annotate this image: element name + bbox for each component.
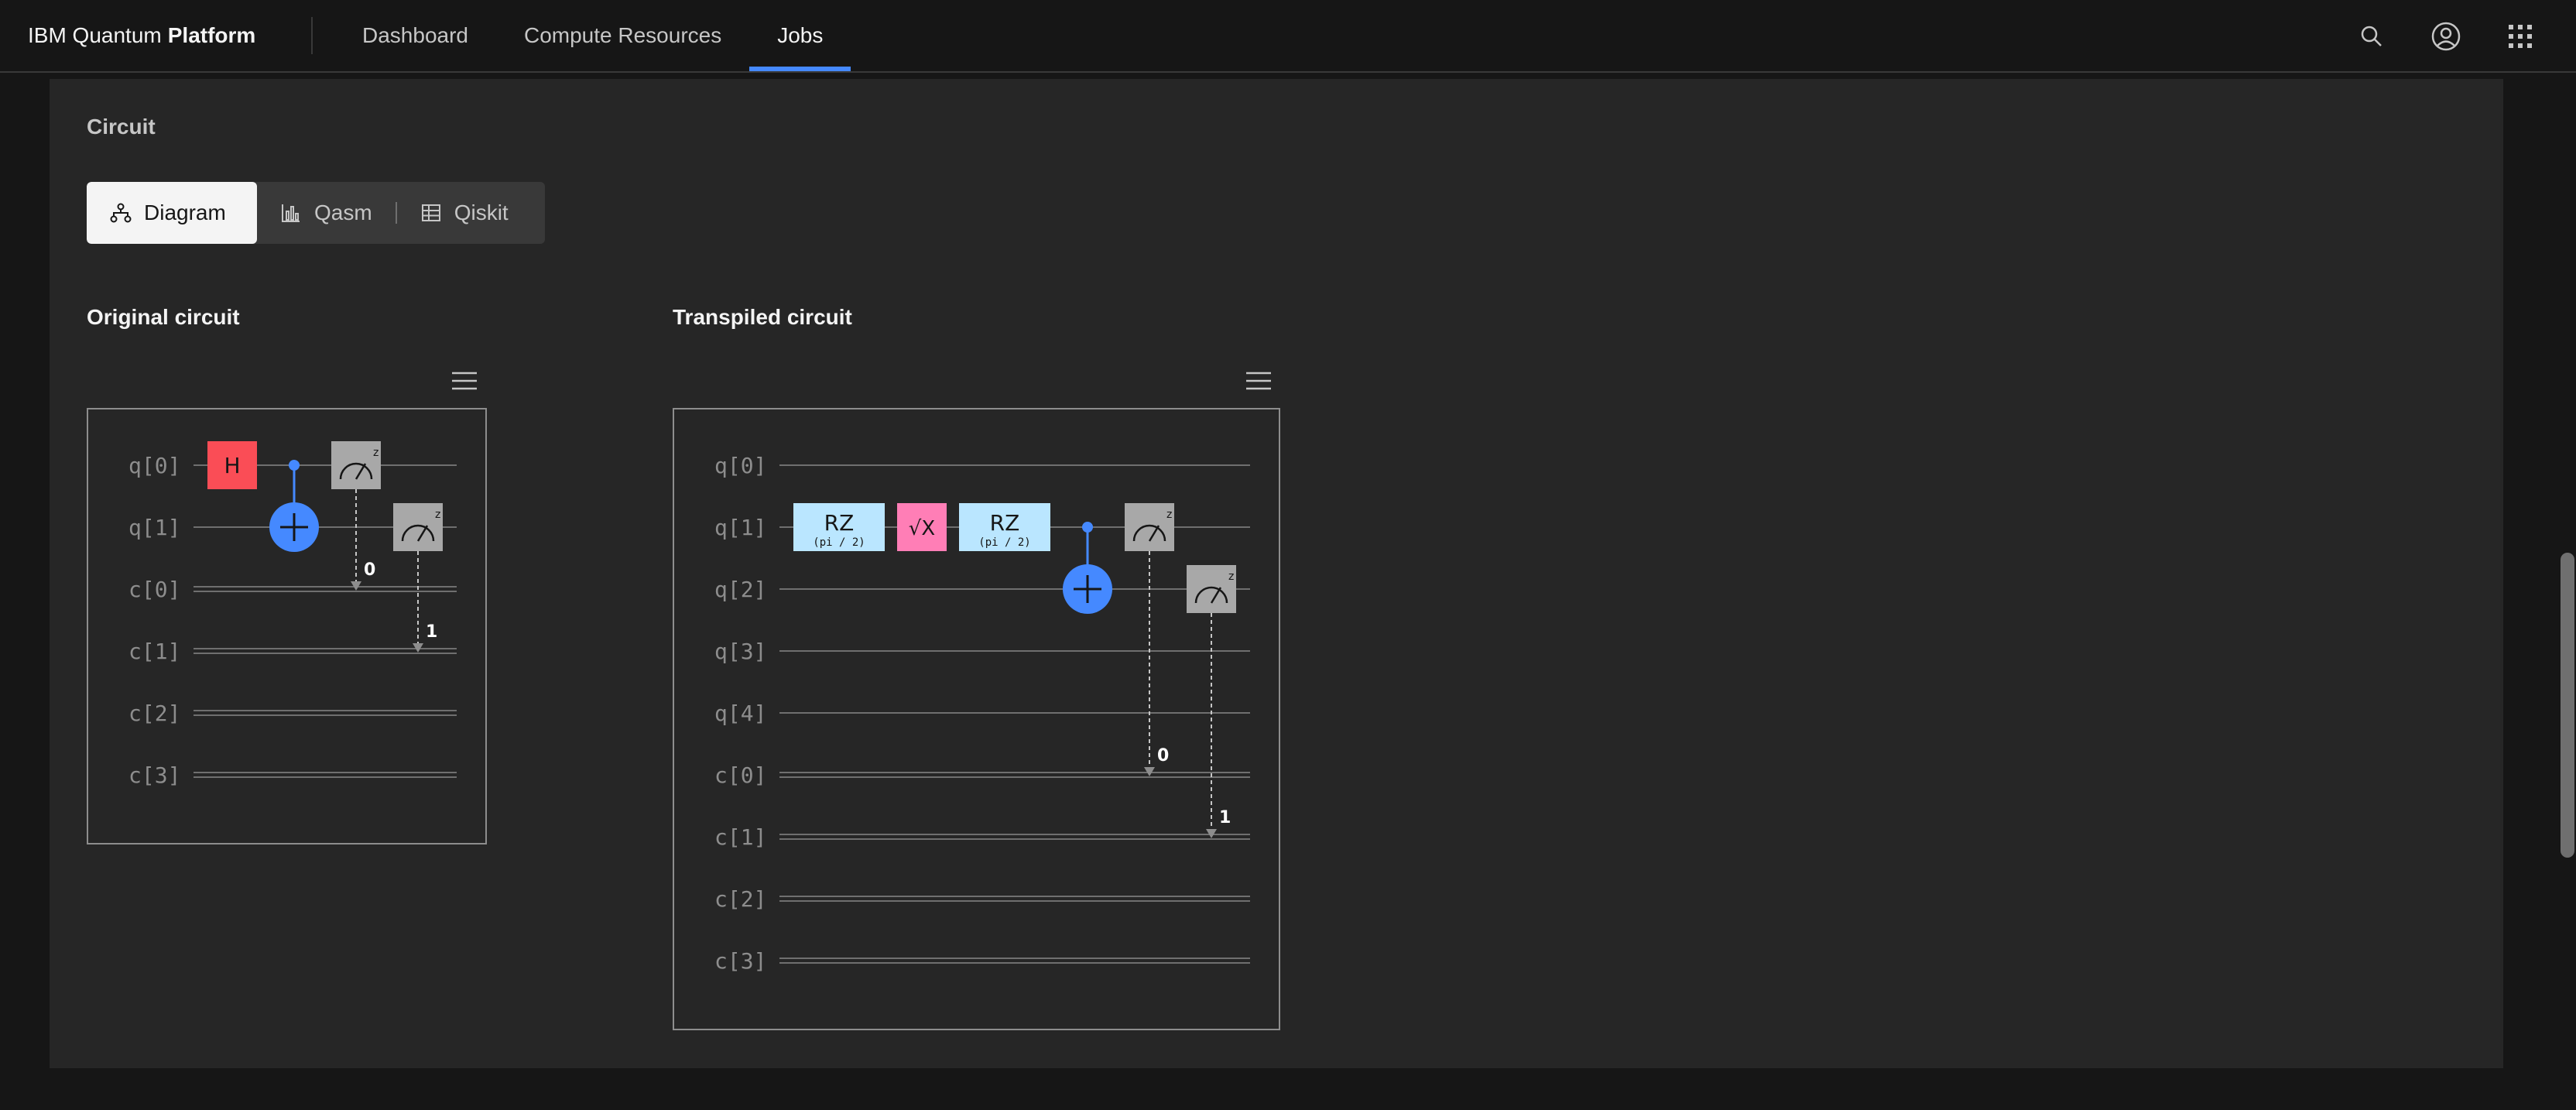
tab-qiskit-label: Qiskit <box>454 200 509 224</box>
svg-text:(pi / 2): (pi / 2) <box>813 536 865 549</box>
measure-gate[interactable]: z 1 <box>393 503 443 653</box>
original-menu-icon[interactable] <box>449 365 480 396</box>
page-scrollbar[interactable] <box>2557 73 2576 1110</box>
transpiled-menu-icon[interactable] <box>1243 365 1274 396</box>
measure-gate[interactable]: z 0 <box>1125 503 1174 776</box>
wire-label: q[1] <box>128 515 180 540</box>
tab-qasm[interactable]: Qasm <box>257 182 396 244</box>
wire-label: c[1] <box>128 639 180 664</box>
nav-compute-resources-label: Compute Resources <box>523 23 722 47</box>
cnot-gate[interactable] <box>1063 522 1112 614</box>
svg-text:0: 0 <box>364 560 375 580</box>
user-avatar-icon[interactable] <box>2409 0 2483 73</box>
brand-bold: Platform <box>167 23 256 47</box>
wire-label: q[2] <box>714 577 766 602</box>
svg-text:(pi / 2): (pi / 2) <box>978 536 1030 549</box>
tab-qasm-label: Qasm <box>314 200 372 224</box>
svg-text:√X: √X <box>909 517 935 540</box>
svg-text:z: z <box>1228 570 1234 583</box>
nav-dashboard[interactable]: Dashboard <box>334 0 496 71</box>
wire-label: q[0] <box>714 453 766 478</box>
wire-label: c[0] <box>714 762 766 788</box>
wire-label: c[1] <box>714 824 766 850</box>
wire-label: c[3] <box>128 762 180 788</box>
wire-label: q[4] <box>714 701 766 726</box>
h-gate[interactable]: H <box>207 441 257 489</box>
circuit-section-title: Circuit <box>87 115 156 139</box>
svg-text:z: z <box>373 447 379 459</box>
svg-text:RZ: RZ <box>990 510 1020 536</box>
scrollbar-thumb[interactable] <box>2561 553 2574 858</box>
cnot-gate[interactable] <box>269 460 319 552</box>
svg-text:RZ: RZ <box>824 510 855 536</box>
tab-diagram[interactable]: Diagram <box>87 182 257 244</box>
measure-gate[interactable]: z 0 <box>331 441 381 591</box>
original-circuit-diagram: q[0] q[1] c[0] c[1] c[2] c[3] H z 0 z 1 <box>87 408 487 844</box>
tab-diagram-label: Diagram <box>144 200 226 224</box>
svg-text:0: 0 <box>1157 746 1169 766</box>
wire-label: q[1] <box>714 515 766 540</box>
wire-label: q[3] <box>714 639 766 664</box>
wire-label: c[3] <box>714 948 766 974</box>
flow-icon <box>110 203 132 223</box>
table-icon <box>421 204 440 221</box>
search-icon[interactable] <box>2334 0 2409 73</box>
wire-label: c[2] <box>714 886 766 912</box>
chart-icon <box>282 204 300 222</box>
transpiled-circuit-title: Transpiled circuit <box>673 305 852 329</box>
nav-dashboard-label: Dashboard <box>362 23 468 47</box>
brand-prefix: IBM Quantum <box>28 23 162 47</box>
svg-text:1: 1 <box>1219 808 1231 827</box>
svg-text:z: z <box>1166 509 1172 521</box>
app-switcher-icon[interactable] <box>2483 0 2557 73</box>
main-nav: Dashboard Compute Resources Jobs <box>334 0 851 71</box>
wire-label: c[2] <box>128 701 180 726</box>
sx-gate[interactable]: √X <box>897 503 947 551</box>
original-circuit-title: Original circuit <box>87 305 240 329</box>
svg-text:1: 1 <box>426 622 437 642</box>
nav-jobs[interactable]: Jobs <box>749 0 851 71</box>
wire-label: c[0] <box>128 577 180 602</box>
svg-text:z: z <box>435 509 440 521</box>
rz-gate[interactable]: RZ (pi / 2) <box>959 503 1050 551</box>
circuit-view-switcher: Diagram Qasm Qiskit <box>87 182 545 244</box>
transpiled-circuit-diagram: q[0] q[1] q[2] q[3] q[4] c[0] c[1] c[2] … <box>673 408 1280 1030</box>
header-actions <box>2334 0 2576 73</box>
top-header: IBM Quantum Platform Dashboard Compute R… <box>0 0 2576 73</box>
nav-compute-resources[interactable]: Compute Resources <box>496 0 749 71</box>
rz-gate[interactable]: RZ (pi / 2) <box>793 503 885 551</box>
svg-text:H: H <box>224 453 240 478</box>
wire-label: q[0] <box>128 453 180 478</box>
brand-logo[interactable]: IBM Quantum Platform <box>0 17 313 54</box>
measure-gate[interactable]: z 1 <box>1187 565 1236 838</box>
nav-jobs-label: Jobs <box>777 23 824 47</box>
tab-qiskit[interactable]: Qiskit <box>397 182 532 244</box>
